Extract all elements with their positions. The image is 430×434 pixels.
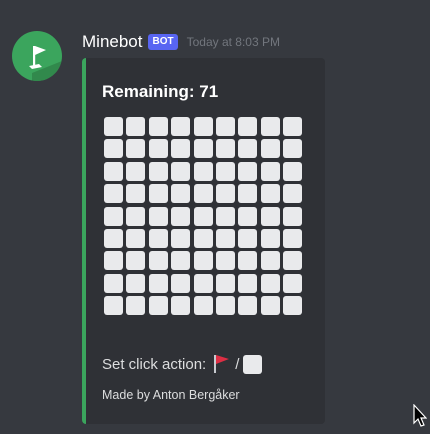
board-cell[interactable]: [148, 273, 168, 293]
board-cell[interactable]: [193, 184, 213, 204]
board-cell[interactable]: [104, 228, 123, 248]
board-cell[interactable]: [171, 161, 191, 181]
board-cell[interactable]: [260, 184, 280, 204]
board-cell[interactable]: [193, 296, 213, 316]
board-cell[interactable]: [283, 296, 303, 316]
board-cell[interactable]: [215, 251, 235, 271]
board-cell[interactable]: [104, 251, 123, 271]
board-cell[interactable]: [171, 228, 191, 248]
board-cell[interactable]: [148, 161, 168, 181]
click-action-row: Set click action: /: [102, 354, 263, 374]
board-cell[interactable]: [171, 273, 191, 293]
board-cell[interactable]: [104, 273, 123, 293]
board-cell[interactable]: [260, 273, 280, 293]
board-cell[interactable]: [283, 117, 303, 136]
board-cell[interactable]: [148, 206, 168, 226]
board-cell[interactable]: [283, 251, 303, 271]
board-cell[interactable]: [171, 251, 191, 271]
board-cell[interactable]: [171, 117, 191, 136]
board-cell[interactable]: [260, 139, 280, 159]
board-cell[interactable]: [215, 161, 235, 181]
board-cell[interactable]: [260, 296, 280, 316]
message-header: Minebot BOT Today at 8:03 PM: [82, 31, 280, 53]
mouse-cursor-icon: [413, 404, 427, 427]
board-cell[interactable]: [238, 117, 258, 136]
board-cell[interactable]: [126, 228, 146, 248]
board-cell[interactable]: [238, 296, 258, 316]
board-cell[interactable]: [238, 251, 258, 271]
board-cell[interactable]: [238, 228, 258, 248]
board-cell[interactable]: [260, 161, 280, 181]
board-cell[interactable]: [148, 184, 168, 204]
board-cell[interactable]: [171, 184, 191, 204]
board-cell[interactable]: [171, 296, 191, 316]
board-cell[interactable]: [104, 206, 123, 226]
board-cell[interactable]: [215, 296, 235, 316]
board-cell[interactable]: [148, 251, 168, 271]
board-cell[interactable]: [193, 161, 213, 181]
board-cell[interactable]: [193, 117, 213, 136]
board-cell[interactable]: [104, 184, 123, 204]
board-cell[interactable]: [283, 228, 303, 248]
minesweeper-board: [104, 117, 303, 316]
board-cell[interactable]: [148, 228, 168, 248]
board-cell[interactable]: [126, 251, 146, 271]
board-cell[interactable]: [126, 184, 146, 204]
board-cell[interactable]: [215, 273, 235, 293]
red-flag-icon[interactable]: [212, 354, 230, 374]
board-cell[interactable]: [215, 117, 235, 136]
board-cell[interactable]: [238, 206, 258, 226]
board-cell[interactable]: [193, 228, 213, 248]
board-cell[interactable]: [215, 206, 235, 226]
white-square-icon[interactable]: [243, 354, 263, 374]
board-cell[interactable]: [283, 161, 303, 181]
board-cell[interactable]: [104, 296, 123, 316]
board-cell[interactable]: [126, 161, 146, 181]
board-cell[interactable]: [193, 206, 213, 226]
board-cell[interactable]: [104, 161, 123, 181]
action-separator: /: [235, 355, 240, 373]
board-cell[interactable]: [260, 206, 280, 226]
board-cell[interactable]: [193, 251, 213, 271]
board-cell[interactable]: [283, 273, 303, 293]
embed-footer: Made by Anton Bergåker: [102, 388, 240, 402]
minesweeper-embed: Remaining: 71 Set click action: / Made b…: [82, 58, 325, 424]
message-timestamp: Today at 8:03 PM: [186, 35, 280, 49]
board-cell[interactable]: [260, 251, 280, 271]
board-cell[interactable]: [238, 184, 258, 204]
board-cell[interactable]: [283, 206, 303, 226]
board-cell[interactable]: [260, 117, 280, 136]
board-cell[interactable]: [283, 139, 303, 159]
board-cell[interactable]: [171, 206, 191, 226]
board-cell[interactable]: [126, 117, 146, 136]
board-cell[interactable]: [126, 139, 146, 159]
bot-avatar[interactable]: [12, 31, 62, 81]
bot-badge: BOT: [148, 34, 178, 50]
board-cell[interactable]: [215, 139, 235, 159]
board-cell[interactable]: [193, 273, 213, 293]
board-cell[interactable]: [215, 228, 235, 248]
board-cell[interactable]: [104, 139, 123, 159]
board-cell[interactable]: [238, 161, 258, 181]
click-action-label: Set click action:: [102, 355, 207, 373]
board-cell[interactable]: [104, 117, 123, 136]
board-cell[interactable]: [238, 139, 258, 159]
board-cell[interactable]: [238, 273, 258, 293]
board-cell[interactable]: [126, 273, 146, 293]
board-cell[interactable]: [148, 296, 168, 316]
board-cell[interactable]: [260, 228, 280, 248]
board-cell[interactable]: [215, 184, 235, 204]
board-cell[interactable]: [126, 296, 146, 316]
board-cell[interactable]: [283, 184, 303, 204]
remaining-count-title: Remaining: 71: [102, 82, 219, 101]
board-cell[interactable]: [148, 117, 168, 136]
green-flag-avatar-icon: [29, 46, 62, 81]
board-cell[interactable]: [171, 139, 191, 159]
board-cell[interactable]: [193, 139, 213, 159]
author-name[interactable]: Minebot: [82, 32, 142, 52]
board-cell[interactable]: [126, 206, 146, 226]
board-cell[interactable]: [148, 139, 168, 159]
